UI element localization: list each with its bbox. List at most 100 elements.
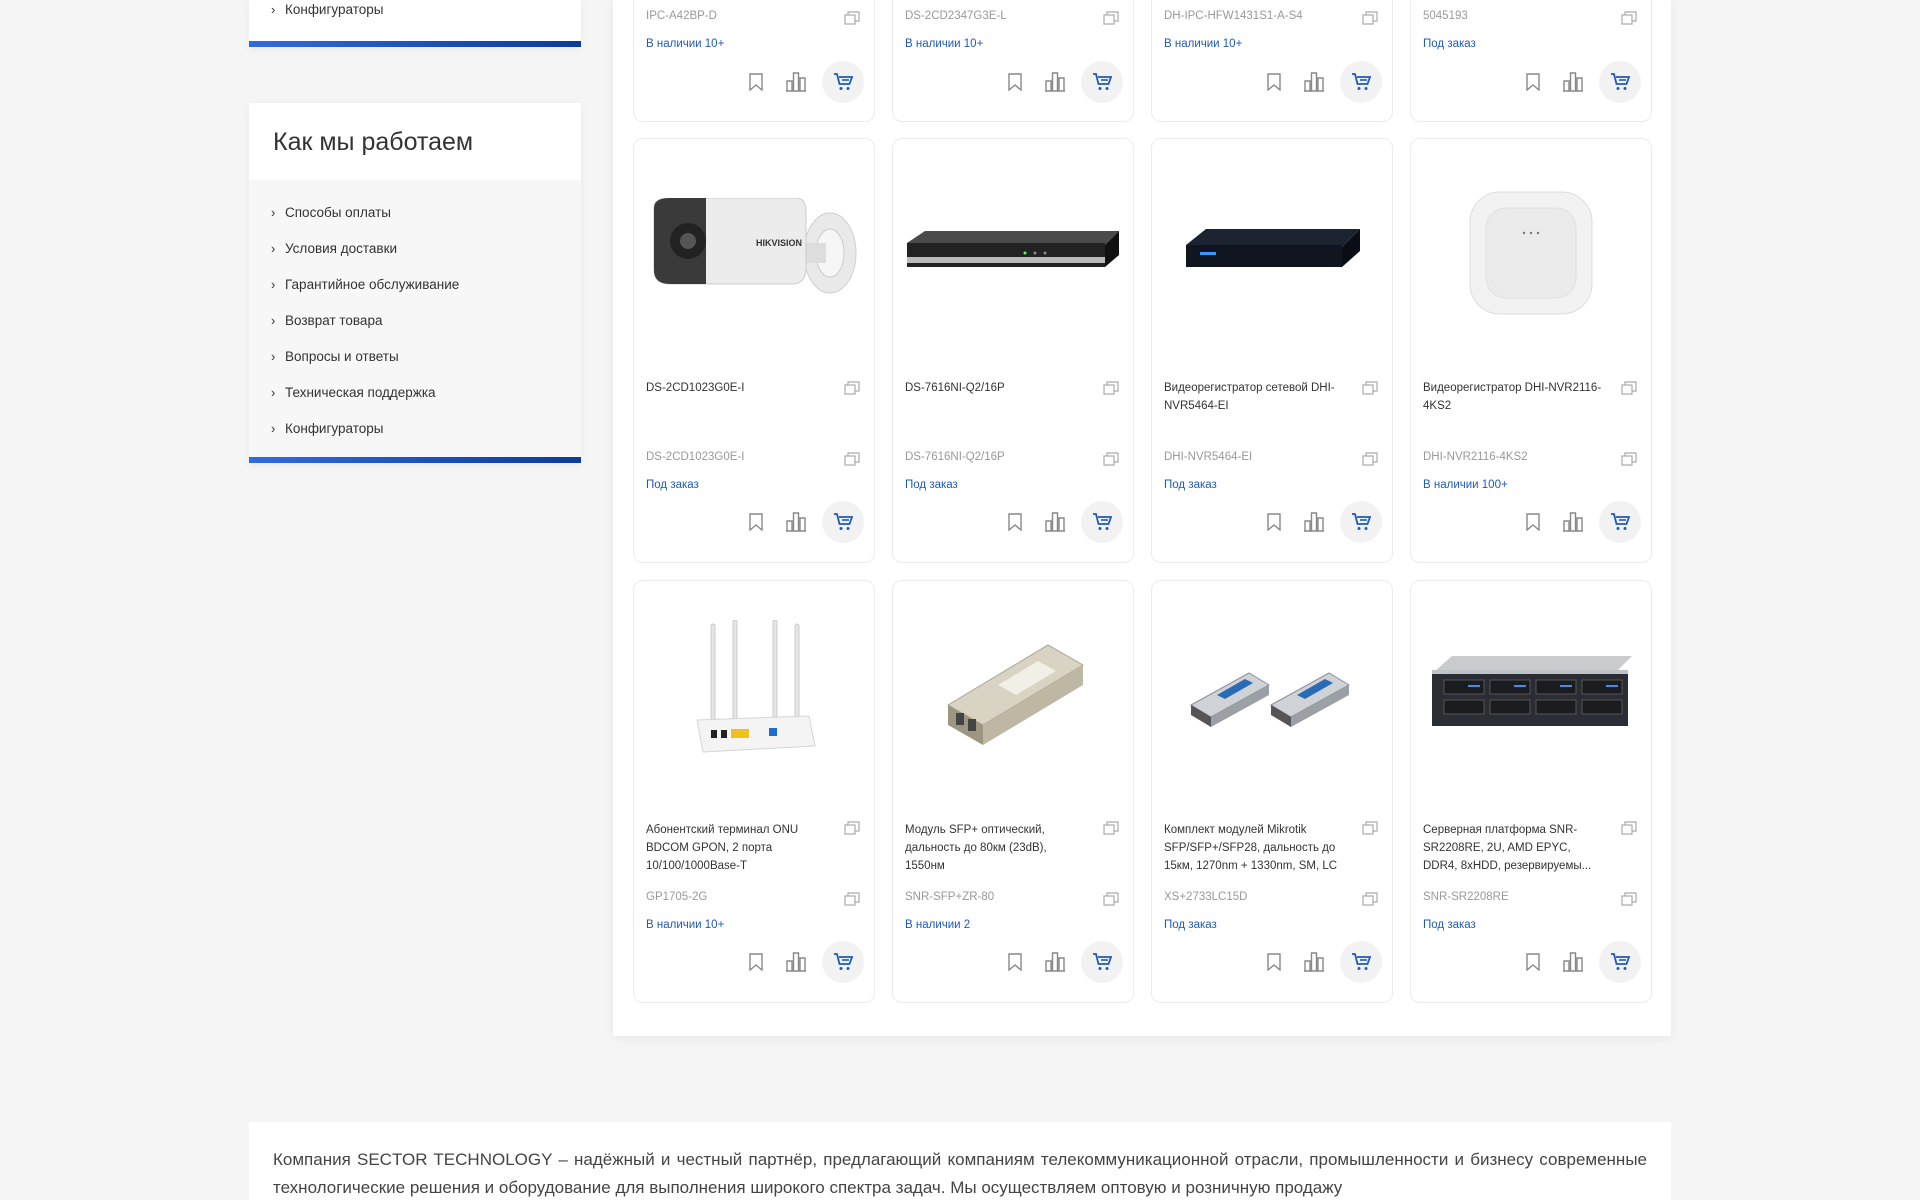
svg-text:HIKVISION: HIKVISION — [756, 238, 802, 248]
bookmark-icon[interactable] — [1001, 68, 1029, 96]
product-name[interactable]: Комплект модулей Mikrotik SFP/SFP+/SFP28… — [1164, 821, 1344, 875]
product-card[interactable]: Комплект модулей Mikrotik SFP/SFP+/SFP28… — [1151, 580, 1393, 1003]
add-to-cart-button[interactable] — [822, 501, 864, 543]
copy-icon[interactable] — [844, 11, 860, 25]
product-card[interactable]: DS-2CD2347G3E-L В наличии 10+ — [892, 0, 1134, 122]
product-image[interactable] — [1162, 595, 1382, 795]
copy-icon[interactable] — [1362, 892, 1378, 906]
compare-icon[interactable] — [1559, 948, 1587, 976]
copy-icon[interactable] — [844, 381, 860, 395]
add-to-cart-button[interactable] — [1599, 941, 1641, 983]
how-we-work-card: Как мы работаем › Способы оплаты › Условия… — [249, 103, 581, 463]
product-name[interactable]: Абонентский терминал ONU BDCOM GPON, 2 п… — [646, 821, 826, 875]
product-card[interactable]: HIKVISION DS-2CD1023G0E-I DS-2CD1023G0E-… — [633, 138, 875, 563]
add-to-cart-button[interactable] — [1081, 61, 1123, 103]
copy-icon[interactable] — [1103, 381, 1119, 395]
copy-icon[interactable] — [1103, 452, 1119, 466]
bookmark-icon[interactable] — [1260, 508, 1288, 536]
product-card[interactable]: Модуль SFP+ оптический, дальность до 80к… — [892, 580, 1134, 1003]
product-image[interactable] — [1162, 153, 1382, 353]
compare-icon[interactable] — [1041, 68, 1069, 96]
compare-icon[interactable] — [782, 508, 810, 536]
sfp-pair-image — [1189, 672, 1351, 727]
product-card[interactable]: IPC-A42BP-D В наличии 10+ — [633, 0, 875, 122]
product-card[interactable]: 5045193 Под заказ — [1410, 0, 1652, 122]
link-faq[interactable]: › Вопросы и ответы — [249, 338, 581, 374]
sfp-module-image — [947, 644, 1084, 745]
copy-icon[interactable] — [1103, 892, 1119, 906]
copy-icon[interactable] — [1621, 452, 1637, 466]
product-name[interactable]: DS-2CD1023G0E-I — [646, 379, 826, 397]
add-to-cart-button[interactable] — [822, 941, 864, 983]
product-image[interactable]: HIKVISION — [644, 153, 864, 353]
copy-icon[interactable] — [1362, 452, 1378, 466]
product-card[interactable]: Серверная платформа SNR-SR2208RE, 2U, AM… — [1410, 580, 1652, 1003]
add-to-cart-button[interactable] — [1340, 61, 1382, 103]
compare-icon[interactable] — [1300, 68, 1328, 96]
product-image[interactable] — [903, 153, 1123, 353]
sidebar-link-configurators[interactable]: › Конфигураторы — [271, 1, 383, 17]
product-image[interactable] — [1421, 595, 1641, 795]
add-to-cart-button[interactable] — [1599, 501, 1641, 543]
link-label: Условия доставки — [285, 240, 398, 256]
product-card[interactable]: DS-7616NI-Q2/16P DS-7616NI-Q2/16P Под за… — [892, 138, 1134, 563]
compare-icon[interactable] — [1041, 508, 1069, 536]
compare-icon[interactable] — [1300, 948, 1328, 976]
product-name[interactable]: Серверная платформа SNR-SR2208RE, 2U, AM… — [1423, 821, 1603, 875]
product-card[interactable]: Видеорегистратор сетевой DHI-NVR5464-EI … — [1151, 138, 1393, 563]
product-image[interactable] — [903, 595, 1123, 795]
copy-icon[interactable] — [1621, 11, 1637, 25]
copy-icon[interactable] — [1103, 11, 1119, 25]
cart-icon — [1352, 513, 1371, 530]
bookmark-icon[interactable] — [742, 68, 770, 96]
product-name[interactable]: Модуль SFP+ оптический, дальность до 80к… — [905, 821, 1085, 875]
copy-icon[interactable] — [1362, 381, 1378, 395]
bookmark-icon[interactable] — [1001, 508, 1029, 536]
copy-icon[interactable] — [844, 821, 860, 835]
bookmark-icon[interactable] — [1519, 508, 1547, 536]
bookmark-icon[interactable] — [1001, 948, 1029, 976]
product-image[interactable] — [644, 595, 864, 795]
product-card[interactable]: DH-IPC-HFW1431S1-A-S4 В наличии 10+ — [1151, 0, 1393, 122]
add-to-cart-button[interactable] — [1599, 61, 1641, 103]
product-stock: Под заказ — [1164, 919, 1217, 931]
link-warranty[interactable]: › Гарантийное обслуживание — [249, 266, 581, 302]
add-to-cart-button[interactable] — [822, 61, 864, 103]
link-delivery-terms[interactable]: › Условия доставки — [249, 230, 581, 266]
copy-icon[interactable] — [1621, 821, 1637, 835]
copy-icon[interactable] — [1621, 892, 1637, 906]
bookmark-icon[interactable] — [1260, 948, 1288, 976]
add-to-cart-button[interactable] — [1081, 941, 1123, 983]
copy-icon[interactable] — [1621, 381, 1637, 395]
product-card[interactable]: Абонентский терминал ONU BDCOM GPON, 2 п… — [633, 580, 875, 1003]
add-to-cart-button[interactable] — [1081, 501, 1123, 543]
add-to-cart-button[interactable] — [1340, 501, 1382, 543]
link-tech-support[interactable]: › Техническая поддержка — [249, 374, 581, 410]
product-image[interactable] — [1421, 153, 1641, 353]
compare-icon[interactable] — [782, 68, 810, 96]
compare-icon[interactable] — [782, 948, 810, 976]
link-configurators[interactable]: › Конфигураторы — [249, 410, 581, 446]
bookmark-icon[interactable] — [1519, 68, 1547, 96]
product-name[interactable]: Видеорегистратор сетевой DHI-NVR5464-EI — [1164, 379, 1344, 415]
compare-icon[interactable] — [1041, 948, 1069, 976]
copy-icon[interactable] — [1103, 821, 1119, 835]
link-returns[interactable]: › Возврат товара — [249, 302, 581, 338]
bookmark-icon[interactable] — [742, 948, 770, 976]
product-card[interactable]: Видеорегистратор DHI-NVR2116-4KS2 DHI-NV… — [1410, 138, 1652, 563]
bookmark-icon[interactable] — [1519, 948, 1547, 976]
bookmark-icon[interactable] — [742, 508, 770, 536]
product-name[interactable]: DS-7616NI-Q2/16P — [905, 379, 1085, 397]
product-name[interactable]: Видеорегистратор DHI-NVR2116-4KS2 — [1423, 379, 1603, 415]
compare-icon[interactable] — [1300, 508, 1328, 536]
compare-icon[interactable] — [1559, 508, 1587, 536]
add-to-cart-button[interactable] — [1340, 941, 1382, 983]
copy-icon[interactable] — [1362, 821, 1378, 835]
link-payment-methods[interactable]: › Способы оплаты — [249, 194, 581, 230]
chevron-right-icon: › — [271, 276, 276, 292]
compare-icon[interactable] — [1559, 68, 1587, 96]
copy-icon[interactable] — [844, 892, 860, 906]
copy-icon[interactable] — [844, 452, 860, 466]
copy-icon[interactable] — [1362, 11, 1378, 25]
bookmark-icon[interactable] — [1260, 68, 1288, 96]
